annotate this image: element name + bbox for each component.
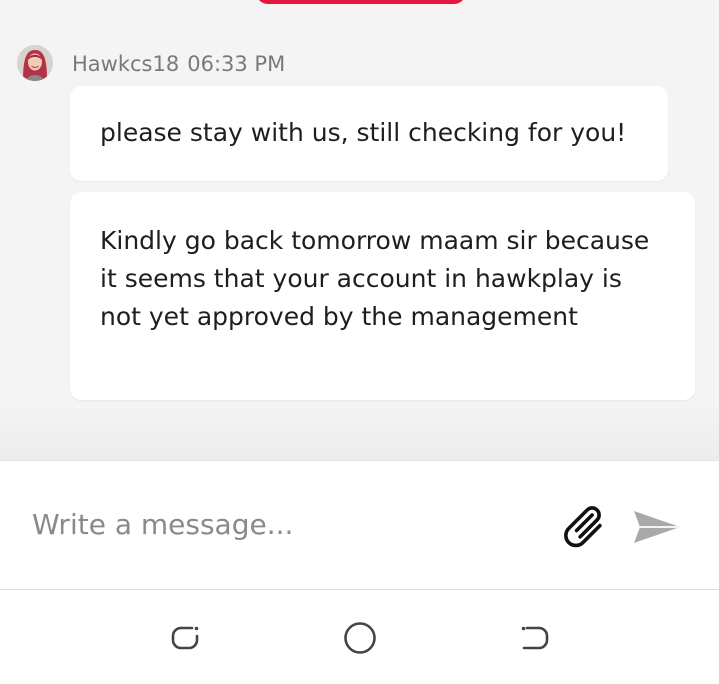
message-bubble: Kindly go back tomorrow maam sir because… — [70, 192, 695, 400]
message-input[interactable] — [16, 497, 562, 551]
recent-apps-button[interactable] — [161, 614, 209, 662]
agent-avatar-image — [17, 45, 53, 81]
home-circle-icon — [344, 622, 376, 654]
system-navigation-bar — [0, 590, 719, 684]
new-messages-pill[interactable] — [256, 0, 466, 4]
message-text: please stay with us, still checking for … — [100, 118, 627, 147]
message-list[interactable]: Hawkcs18 06:33 PM please stay with us, st… — [0, 0, 719, 460]
message-text: Kindly go back tomorrow maam sir because… — [100, 226, 650, 331]
send-button[interactable] — [628, 503, 688, 551]
agent-avatar — [17, 45, 53, 81]
chat-screen: Hawkcs18 06:33 PM please stay with us, st… — [0, 0, 719, 684]
back-button[interactable] — [511, 614, 559, 662]
message-bubble: please stay with us, still checking for … — [70, 86, 668, 181]
message-composer — [0, 460, 719, 590]
message-time: 06:33 PM — [187, 52, 286, 76]
back-icon — [521, 626, 549, 650]
attach-button[interactable] — [562, 503, 618, 551]
home-button[interactable] — [336, 614, 384, 662]
sender-name: Hawkcs18 — [72, 52, 180, 76]
send-arrow-icon — [634, 511, 680, 543]
recent-apps-icon — [171, 626, 199, 650]
paperclip-icon — [564, 506, 602, 548]
message-meta: Hawkcs18 06:33 PM — [72, 52, 285, 76]
